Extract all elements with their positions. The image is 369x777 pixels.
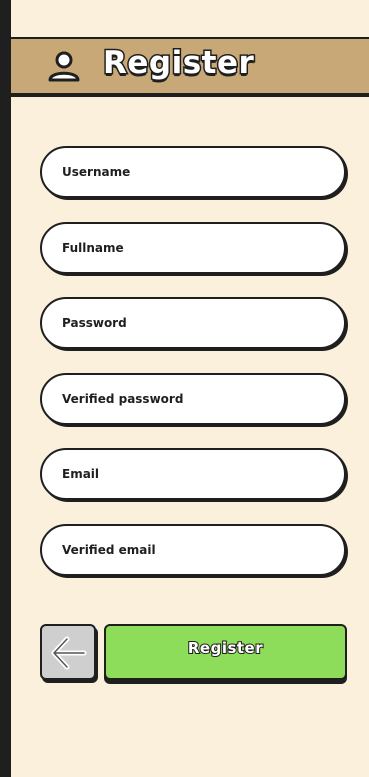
verified-email-field[interactable]	[40, 523, 346, 576]
fullname-field[interactable]	[40, 221, 346, 274]
arrow-left-icon	[51, 636, 87, 670]
register-button[interactable]: Register	[104, 624, 347, 680]
password-input[interactable]	[42, 299, 344, 348]
username-field[interactable]	[40, 146, 346, 198]
register-screen: Register Register	[0, 0, 369, 777]
page-title: Register	[101, 44, 255, 83]
left-border	[0, 0, 11, 777]
register-button-label: Register	[187, 638, 264, 658]
verified-password-field[interactable]	[40, 372, 346, 425]
email-field[interactable]	[40, 448, 346, 501]
header-bar: Register	[11, 37, 369, 97]
email-input[interactable]	[42, 450, 344, 499]
verified-password-input[interactable]	[42, 374, 344, 423]
password-field[interactable]	[40, 297, 346, 350]
username-input[interactable]	[42, 148, 344, 196]
register-form	[40, 146, 348, 600]
back-button[interactable]	[40, 624, 96, 680]
fullname-input[interactable]	[42, 223, 344, 272]
verified-email-input[interactable]	[42, 525, 344, 574]
user-icon	[48, 51, 80, 82]
